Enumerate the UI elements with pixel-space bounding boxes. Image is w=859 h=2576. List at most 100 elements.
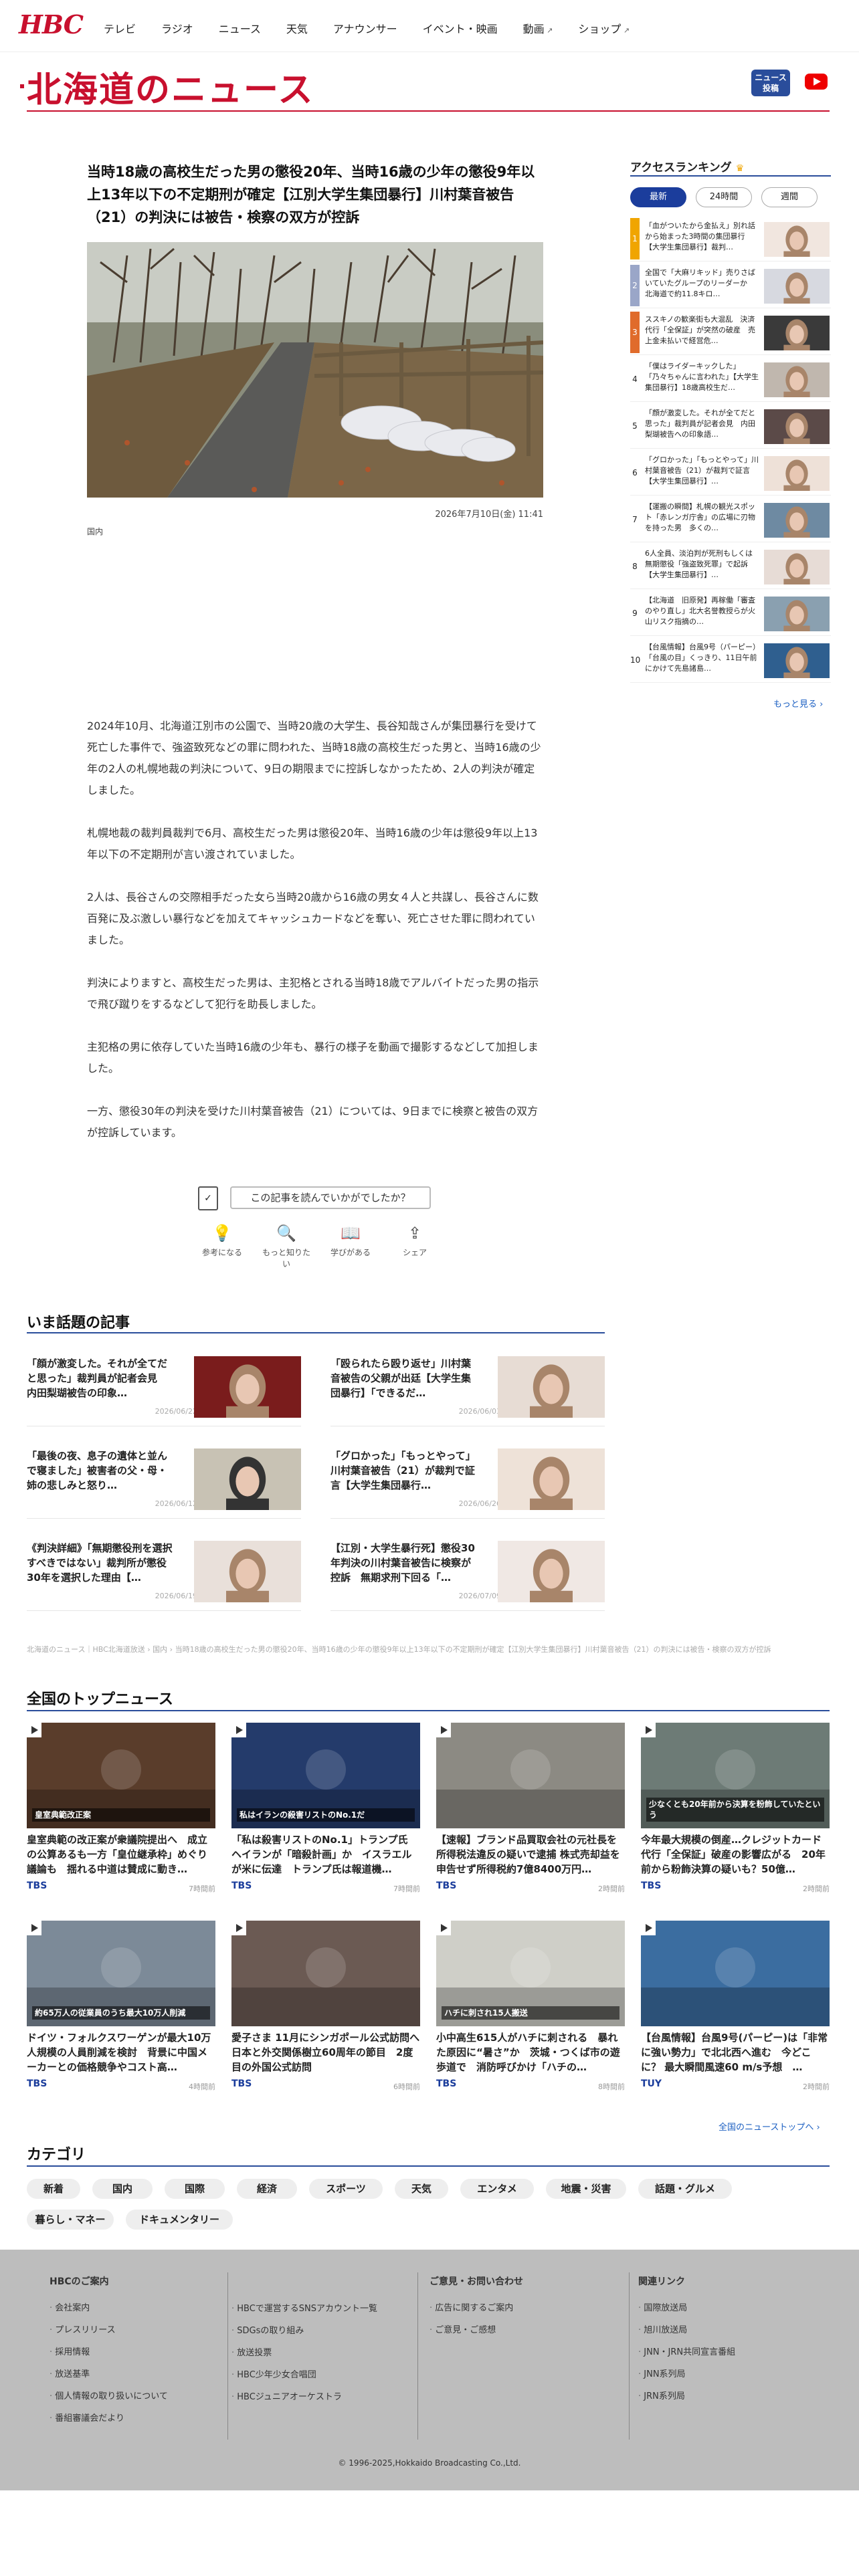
footer-link[interactable]: 採用情報 <box>50 2341 168 2363</box>
category-chip[interactable]: スポーツ <box>309 2179 383 2199</box>
category-chip[interactable]: 国際 <box>165 2179 225 2199</box>
category-chip[interactable]: エンタメ <box>460 2179 534 2199</box>
ranking-number: 9 <box>632 609 638 618</box>
article-date: 2026年7月10日(金) 11:41 <box>435 510 543 520</box>
footer-link[interactable]: JRN系列局 <box>638 2385 735 2407</box>
topic-date: 2026/06/26 <box>458 1499 501 1508</box>
ranking-item[interactable]: 9 【北海道 旧原発】再稼働「審査のやり直し」北大名誉教授らが火山リスク指摘の… <box>630 593 831 636</box>
nav-events[interactable]: イベント・映画 <box>423 20 498 36</box>
nav-news[interactable]: ニュース <box>219 20 261 36</box>
category-chip[interactable]: 地震・災害 <box>546 2179 626 2199</box>
footer-heading: 関連リンク <box>638 2276 685 2287</box>
footer-link[interactable]: 会社案内 <box>50 2297 168 2319</box>
topic-thumbnail <box>194 1541 301 1602</box>
nav-weather[interactable]: 天気 <box>286 20 308 36</box>
ranking-divider <box>630 448 831 449</box>
topic-article[interactable]: 「殴られたら殴り返せ」川村葉音被告の父親が出廷【大学生集団暴行】「できるだ… 20… <box>330 1350 605 1427</box>
ranking-item[interactable]: 6 「グロかった」「もっとやって」川村葉音被告（21）が裁判で証言【大学生集団暴行… <box>630 452 831 496</box>
ranking-divider <box>630 635 831 636</box>
national-more-link[interactable]: 全国のニューストップへ › <box>719 2120 820 2133</box>
national-news-card[interactable]: 約65万人の従業員のうち最大10万人削減 ドイツ・フォルクスワーゲンが最大10万人… <box>27 1921 215 2093</box>
hbc-logo[interactable]: HBC <box>19 9 84 39</box>
footer-link[interactable]: 番組審議会だより <box>50 2407 168 2430</box>
news-time: 4時間前 <box>189 2082 215 2091</box>
ranking-thumbnail <box>764 362 830 397</box>
topic-article[interactable]: 「グロかった」「もっとやって」川村葉音被告（21）が裁判で証言【大学生集団暴行…… <box>330 1442 605 1519</box>
video-play-icon <box>436 1921 451 1935</box>
tab-24h[interactable]: 24時間 <box>696 187 752 207</box>
topic-article[interactable]: 「最後の夜、息子の遺体と並んで寝ました」被害者の父・母・姉の悲しみと怒り… 202… <box>27 1442 301 1519</box>
breadcrumb-item[interactable]: 北海道のニュース｜HBC北海道放送 <box>27 1645 145 1654</box>
nav-tv[interactable]: テレビ <box>104 20 136 36</box>
nav-announcer[interactable]: アナウンサー <box>333 20 397 36</box>
national-news-card[interactable]: 皇室典範改正案 皇室典範の改正案が衆議院提出へ 成立の公算あるも一方「皇位継承枠」… <box>27 1723 215 1895</box>
footer-link[interactable]: ご意見・ご感想 <box>430 2319 523 2341</box>
footer-link[interactable]: HBC少年少女合唱団 <box>231 2364 377 2386</box>
category-chip[interactable]: 暮らし・マネー <box>27 2210 114 2230</box>
category-chip[interactable]: 天気 <box>395 2179 448 2199</box>
news-source: TUY <box>641 2078 662 2089</box>
footer-link[interactable]: 放送基準 <box>50 2363 168 2385</box>
footer-link[interactable]: JNN・JRN共同宣言番組 <box>638 2341 735 2363</box>
reaction-survey: ✓ この記事を読んでいかがでしたか？ <box>198 1184 432 1213</box>
nav-radio[interactable]: ラジオ <box>161 20 193 36</box>
nav-shop[interactable]: ショップ <box>578 20 630 36</box>
footer-link[interactable]: SDGsの取り組み <box>231 2320 377 2342</box>
news-thumbnail: 私はイランの殺害リストのNo.1だ <box>231 1723 420 1828</box>
ranking-item[interactable]: 10 【台風情報】台風9号（パーピー）「台風の目」くっきり、11日午前にかけて先島… <box>630 639 831 683</box>
reaction-learned-button[interactable]: 📖 学びがある <box>326 1224 375 1269</box>
ranking-item[interactable]: 5 「顔が激変した。それが全てだと思った」裁判員が記者会見 内田梨瑚被告への印象語… <box>630 405 831 449</box>
category-chip[interactable]: 新着 <box>27 2179 80 2199</box>
category-chip[interactable]: 国内 <box>92 2179 153 2199</box>
national-news-card[interactable]: 【速報】ブランド品買取会社の元社長を所得税法違反の疑いで逮捕 株式売却益を申告せ… <box>436 1723 625 1895</box>
national-news-card[interactable]: ハチに刺され15人搬送 小中高生615人がハチに刺される 暴れた原因に“暑さ”か … <box>436 1921 625 2093</box>
ranking-item[interactable]: 7 【運搬の瞬間】札幌の観光スポット「赤レンガ庁舎」の広場に刃物を持った男 多くの… <box>630 499 831 542</box>
footer-link[interactable]: 広告に関するご案内 <box>430 2297 523 2319</box>
footer-col-sns: HBCで運営するSNSアカウント一覧 SDGsの取り組み 放送投票 HBC少年少… <box>231 2298 377 2408</box>
news-title: 今年最大規模の倒産…クレジットカード代行「全保証」破産の影響広がる 20年前から… <box>641 1834 826 1875</box>
tab-latest[interactable]: 最新 <box>630 187 686 207</box>
national-news-card[interactable]: 少なくとも20年前から決算を粉飾していたという 今年最大規模の倒産…クレジットカー… <box>641 1723 830 1895</box>
ranking-item[interactable]: 1 「血がついたから金払え」別れ話から始まった3時間の集団暴行【大学生集団暴行】裁… <box>630 218 831 261</box>
footer-link[interactable]: HBCジュニアオーケストラ <box>231 2386 377 2408</box>
category-chip[interactable]: 話題・グルメ <box>638 2179 732 2199</box>
topic-article[interactable]: 【江別・大学生暴行死】懲役30年判決の川村葉音被告に検察が控訴 無期求刑下回る「… <box>330 1534 605 1612</box>
footer-link[interactable]: 個人情報の取り扱いについて <box>50 2385 168 2407</box>
ranking-text: 「僕はライダーキックした」「乃々ちゃんに言われた」【大学生集団暴行】18歳高校生… <box>645 362 759 392</box>
topic-title: 【江別・大学生暴行死】懲役30年判決の川村葉音被告に検察が控訴 無期求刑下回る「… <box>330 1542 475 1584</box>
global-nav: テレビ ラジオ ニュース 天気 アナウンサー イベント・映画 動画 ショップ <box>104 20 630 36</box>
topic-article[interactable]: 《判決詳細》「無期懲役刑を選択すべきではない」裁判所が懲役30年を選択した理由【… <box>27 1534 301 1612</box>
national-news-card[interactable]: 【台風情報】台風9号(パーピー)は「非常に強い勢力」で北北西へ進む 今どこに？ … <box>641 1921 830 2093</box>
reaction-want-more-button[interactable]: 🔍 もっと知りたい <box>262 1224 310 1269</box>
topic-title: 「グロかった」「もっとやって」川村葉音被告（21）が裁判で証言【大学生集団暴行… <box>330 1450 476 1491</box>
category-chip[interactable]: 経済 <box>237 2179 297 2199</box>
footer-link[interactable]: 国際放送局 <box>638 2297 735 2319</box>
category-chip[interactable]: ドキュメンタリー <box>126 2210 233 2230</box>
tab-weekly[interactable]: 週間 <box>761 187 818 207</box>
news-post-button[interactable]: ニュース投稿 <box>751 70 790 96</box>
national-news-card[interactable]: 私はイランの殺害リストのNo.1だ 「私は殺害リストのNo.1」トランプ氏 ヘイラ… <box>231 1723 420 1895</box>
footer-link[interactable]: プレスリリース <box>50 2319 168 2341</box>
ranking-more-link[interactable]: もっと見る › <box>773 697 823 710</box>
footer-link[interactable]: HBCで運営するSNSアカウント一覧 <box>231 2298 377 2320</box>
ranking-thumbnail <box>764 409 830 444</box>
share-button[interactable]: ⇪ シェア <box>391 1224 439 1269</box>
footer-link[interactable]: 放送投票 <box>231 2342 377 2364</box>
reaction-helpful-button[interactable]: 💡 参考になる <box>198 1224 246 1269</box>
topic-article[interactable]: 「顔が激変した。それが全てだと思った」裁判員が記者会見 内田梨瑚被告の印象… 20… <box>27 1350 301 1427</box>
footer-link[interactable]: JNN系列局 <box>638 2363 735 2385</box>
nav-video[interactable]: 動画 <box>523 20 553 36</box>
footer-col-links: 関連リンク 国際放送局 旭川放送局 JNN・JRN共同宣言番組 JNN系列局 J… <box>638 2271 735 2407</box>
ranking-item[interactable]: 8 6人全員、淡泊判が死刑もしくは無期懲役「強盗致死罪」で起訴【大学生集団暴行】… <box>630 546 831 589</box>
ranking-item[interactable]: 3 ススキノの歓楽街も大混乱 決済代行「全保証」が突然の破産 売上金未払いで経営危… <box>630 312 831 355</box>
ranking-item[interactable]: 2 全国で「大麻リキッド」売りさばいていたグループのリーダーか 北海道で約11.8… <box>630 265 831 308</box>
article-category[interactable]: 国内 <box>87 526 103 537</box>
reaction-label: 参考になる <box>201 1248 242 1257</box>
national-news-card[interactable]: 愛子さま 11月にシンガポール公式訪問へ 日本と外交関係樹立60周年の節目 2度… <box>231 1921 420 2093</box>
footer-link[interactable]: 旭川放送局 <box>638 2319 735 2341</box>
thumbnail-caption: 私はイランの殺害リストのNo.1だ <box>237 1808 415 1822</box>
topic-title: 「最後の夜、息子の遺体と並んで寝ました」被害者の父・母・姉の悲しみと怒り… <box>27 1450 168 1491</box>
ranking-item[interactable]: 4 「僕はライダーキックした」「乃々ちゃんに言われた」【大学生集団暴行】18歳高校… <box>630 358 831 402</box>
breadcrumb-item[interactable]: 国内 <box>153 1645 167 1654</box>
youtube-icon[interactable] <box>805 74 828 90</box>
